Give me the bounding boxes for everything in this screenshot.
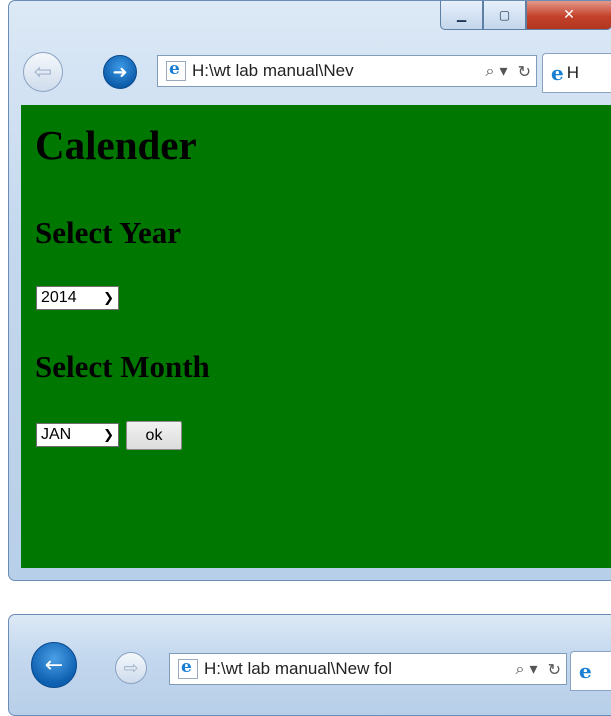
forward-arrow-icon: ➜: [112, 61, 128, 83]
refresh-icon[interactable]: ↻: [543, 660, 566, 679]
back-button[interactable]: ⇦: [23, 52, 63, 92]
year-select[interactable]: 2014 ❯: [36, 286, 119, 310]
ie-logo-icon: e: [579, 659, 592, 683]
chevron-down-icon: ❯: [103, 290, 114, 306]
search-dropdown-icon[interactable]: ⌕ ▾: [511, 659, 543, 679]
year-value: 2014: [41, 289, 77, 306]
ok-button[interactable]: ok: [126, 421, 182, 450]
ie-page-icon: [178, 657, 198, 679]
search-dropdown-icon[interactable]: ⌕ ▾: [481, 61, 513, 81]
page-title: Calender: [35, 122, 197, 168]
month-value: JAN: [41, 426, 72, 443]
close-button[interactable]: ✕: [526, 1, 611, 30]
browser-window-1: ▁ ▢ ✕ ⇦ ➜ H:\wt lab manual\Nev ⌕ ▾ ↻ e H…: [8, 0, 611, 581]
address-text[interactable]: H:\wt lab manual\Nev: [192, 61, 481, 81]
address-bar[interactable]: H:\wt lab manual\New fol ⌕ ▾ ↻: [169, 653, 567, 685]
navigation-bar: ← ⇨ H:\wt lab manual\New fol ⌕ ▾ ↻ e: [9, 639, 611, 697]
back-button[interactable]: ←: [31, 642, 77, 688]
forward-button[interactable]: ⇨: [115, 652, 147, 684]
maximize-button[interactable]: ▢: [483, 1, 526, 30]
select-month-heading: Select Month: [35, 349, 210, 384]
back-arrow-icon: ⇦: [33, 59, 53, 85]
tab-label: H: [566, 63, 580, 82]
browser-tab[interactable]: e H: [542, 53, 611, 93]
forward-arrow-icon: ⇨: [123, 657, 139, 679]
select-year-heading: Select Year: [35, 215, 182, 250]
browser-tab[interactable]: e: [570, 651, 611, 691]
browser-window-2: ← ⇨ H:\wt lab manual\New fol ⌕ ▾ ↻ e: [8, 614, 611, 716]
address-bar[interactable]: H:\wt lab manual\Nev ⌕ ▾ ↻: [157, 55, 537, 87]
month-select[interactable]: JAN ❯: [36, 423, 119, 447]
ie-page-icon: [166, 59, 186, 81]
forward-button[interactable]: ➜: [103, 55, 137, 89]
chevron-down-icon: ❯: [103, 427, 114, 443]
minimize-button[interactable]: ▁: [440, 1, 483, 30]
navigation-bar: ⇦ ➜ H:\wt lab manual\Nev ⌕ ▾ ↻ e H: [9, 41, 611, 99]
ie-logo-icon: e: [551, 61, 564, 85]
page-content: Calender Select Year 2014 ❯ Select Month…: [21, 105, 611, 568]
caption-buttons: ▁ ▢ ✕: [440, 1, 611, 30]
address-text[interactable]: H:\wt lab manual\New fol: [204, 659, 511, 679]
refresh-icon[interactable]: ↻: [513, 62, 536, 81]
back-arrow-icon: ←: [44, 652, 64, 678]
